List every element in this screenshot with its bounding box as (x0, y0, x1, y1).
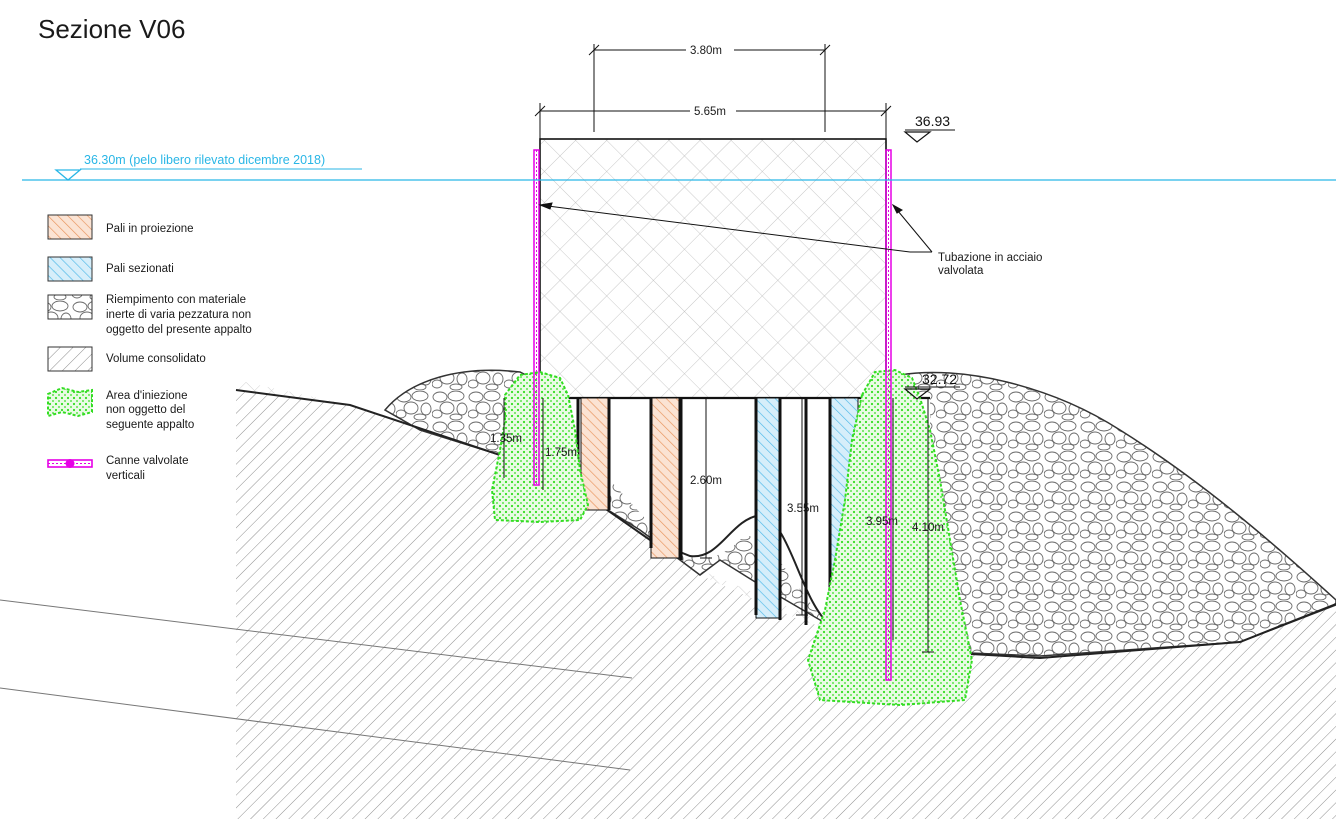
legend-sectioned-piles: Pali sezionati (106, 263, 174, 275)
valve-tube-icon (47, 459, 93, 468)
drawing-canvas: Sezione V06 36.30m (pelo libero rilevato… (0, 0, 1336, 819)
dimension-3-95: 3.95m (866, 516, 898, 528)
dimension-top-inner: 3.80m (690, 45, 722, 57)
legend-swatch-fill (47, 294, 93, 320)
legend-injection-line2: non oggetto del (106, 404, 185, 416)
dimension-1-75: 1.75m (545, 447, 577, 459)
section-drawing: 36.30m (pelo libero rilevato dicembre 20… (0, 44, 1336, 819)
base-elevation-value: 32.72 (922, 371, 957, 387)
legend-fill-line1: Riempimento con materiale (106, 294, 246, 306)
pile-projection-2 (650, 397, 680, 559)
dimension-1-35: 1.35m (490, 433, 522, 445)
dimension-2-60: 2.60m (690, 475, 722, 487)
top-elevation-value: 36.93 (915, 113, 950, 129)
dimension-4-10: 4.10m (912, 522, 944, 534)
legend-fill-line2: inerte di varia pezzatura non (106, 309, 251, 321)
legend-swatch-projection (47, 214, 93, 240)
pile-sectioned-1 (755, 397, 781, 619)
legend-swatch-consolidated (47, 346, 93, 372)
top-elevation-marker: 36.93 (903, 113, 955, 143)
level-marker-icon (903, 131, 932, 143)
structure-body (539, 138, 887, 399)
legend-consolidated: Volume consolidato (106, 353, 206, 365)
legend-tubes-line1: Canne valvolate (106, 455, 188, 467)
dimension-top-outer: 5.65m (694, 106, 726, 118)
legend: Pali in proiezione Pali sezionati Riempi… (47, 214, 252, 482)
legend-swatch-sectioned (47, 256, 93, 282)
legend-injection-line3: seguente appalto (106, 419, 194, 431)
dimension-3-55: 3.55m (787, 503, 819, 515)
water-level-label: 36.30m (pelo libero rilevato dicembre 20… (84, 153, 325, 167)
legend-swatch-injection (47, 386, 93, 418)
legend-projection-piles: Pali in proiezione (106, 223, 194, 235)
water-marker-icon (54, 169, 82, 181)
top-dimensions (534, 44, 892, 140)
legend-tubes-line2: verticali (106, 470, 145, 482)
tube-annotation-line1: Tubazione in acciaio (938, 252, 1042, 264)
tube-annotation-line2: valvolata (938, 265, 984, 277)
legend-injection-line1: Area d'iniezione (106, 390, 187, 402)
legend-fill-line3: oggetto del presente appalto (106, 324, 252, 336)
